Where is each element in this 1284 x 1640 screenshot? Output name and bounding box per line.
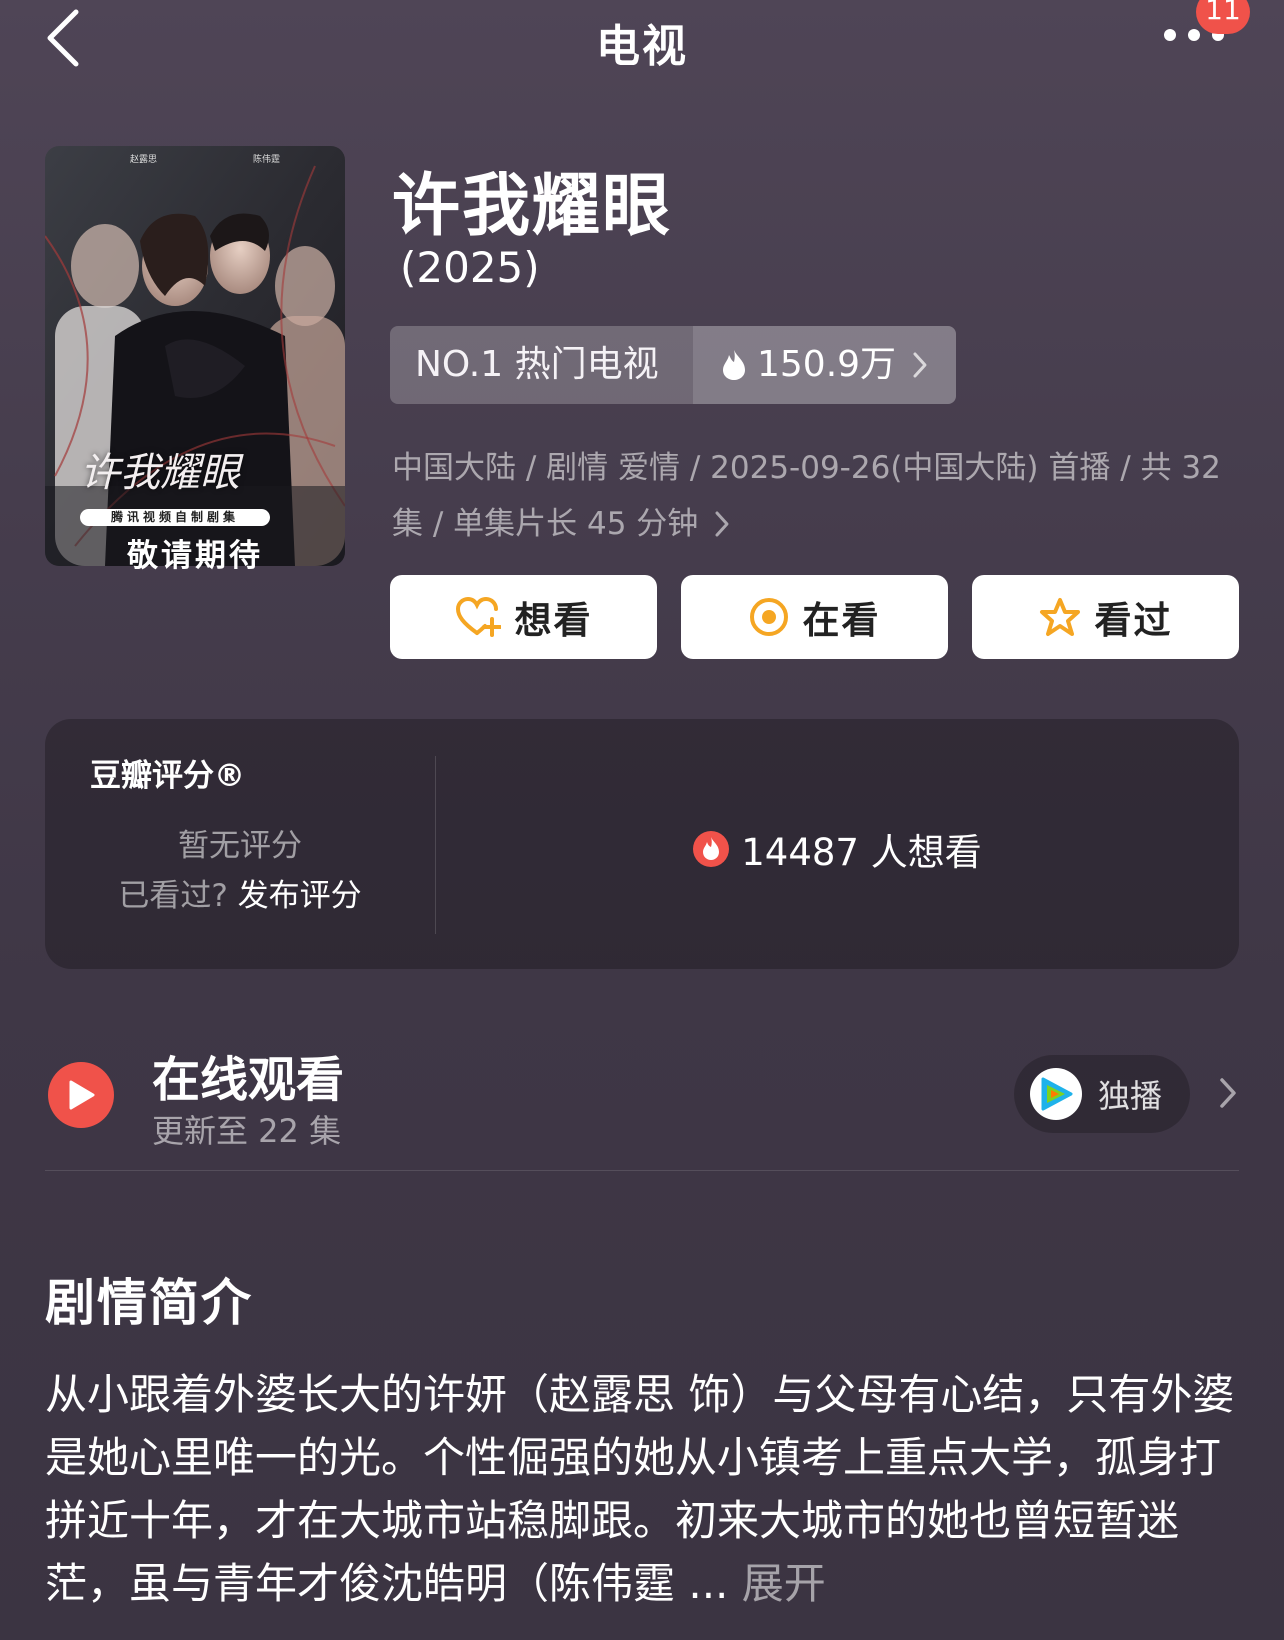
tencent-video-logo-icon	[1030, 1068, 1082, 1120]
play-button[interactable]	[48, 1062, 114, 1128]
rating-title: 豆瓣评分®	[90, 758, 245, 794]
expand-link[interactable]: 展开	[742, 1559, 826, 1608]
heat-value: 150.9万	[693, 326, 956, 404]
star-icon	[1039, 598, 1080, 636]
poster-tag: 腾讯视频自制剧集	[80, 509, 270, 526]
show-meta-text: 中国大陆 / 剧情 爱情 / 2025-09-26(中国大陆) 首播 / 共 3…	[392, 450, 1221, 542]
exclusive-platform-button[interactable]: 独播	[1014, 1055, 1190, 1133]
exclusive-label: 独播	[1098, 1077, 1163, 1115]
chevron-right-icon[interactable]	[1218, 1076, 1238, 1110]
flame-badge-icon	[693, 831, 730, 867]
want-label: 想看	[514, 599, 593, 642]
target-icon	[749, 598, 788, 636]
flame-icon	[723, 350, 745, 380]
want-button[interactable]: 想看	[390, 575, 657, 659]
chevron-right-icon	[913, 352, 927, 378]
poster-cta: 敬请期待	[127, 538, 263, 574]
watching-button[interactable]: 在看	[681, 575, 948, 659]
poster-credit-right: 陈伟霆	[252, 155, 280, 165]
publish-rating-link[interactable]: 发布评分	[238, 878, 362, 914]
page-title: 电视	[596, 21, 688, 72]
section-divider	[45, 1170, 1239, 1171]
ranking-label: NO.1 热门电视	[390, 326, 693, 404]
synopsis-title: 剧情简介	[45, 1274, 253, 1332]
episode-update: 更新至 22 集	[152, 1112, 342, 1150]
synopsis-body: 从小跟着外婆长大的许妍（赵露思 饰）与父母有心结，只有外婆是她心里唯一的光。个性…	[45, 1370, 1235, 1608]
rate-prompt: 已看过? 发布评分	[45, 870, 435, 915]
poster-credit-left: 赵露思	[130, 155, 158, 165]
play-icon	[69, 1080, 95, 1110]
show-meta[interactable]: 中国大陆 / 剧情 爱情 / 2025-09-26(中国大陆) 首播 / 共 3…	[392, 440, 1232, 552]
no-rating-text: 暂无评分	[178, 828, 302, 864]
ranking-pill[interactable]: NO.1 热门电视 150.9万	[390, 326, 956, 404]
want-count-text: 14487 人想看	[741, 831, 982, 874]
poster-credits: 赵露思 陈伟霆	[130, 152, 280, 165]
watched-button[interactable]: 看过	[972, 575, 1239, 659]
notification-badge: 11	[1196, 0, 1250, 34]
poster-art	[45, 146, 345, 566]
poster-logo: 许我耀眼	[80, 450, 240, 496]
poster-image[interactable]	[45, 146, 345, 566]
heat-text: 150.9万	[757, 344, 897, 385]
watched-label: 看过	[1094, 599, 1173, 642]
heart-plus-icon	[455, 597, 501, 637]
watching-label: 在看	[802, 599, 881, 642]
online-watch-title[interactable]: 在线观看	[152, 1040, 344, 1110]
watched-question: 已看过?	[118, 878, 228, 914]
chevron-right-icon	[715, 511, 729, 537]
synopsis-text: 从小跟着外婆长大的许妍（赵露思 饰）与父母有心结，只有外婆是她心里唯一的光。个性…	[45, 1363, 1245, 1615]
want-count: 14487 人想看	[436, 822, 1239, 876]
show-title: 许我耀眼	[392, 167, 673, 246]
show-year: (2025)	[400, 243, 540, 292]
